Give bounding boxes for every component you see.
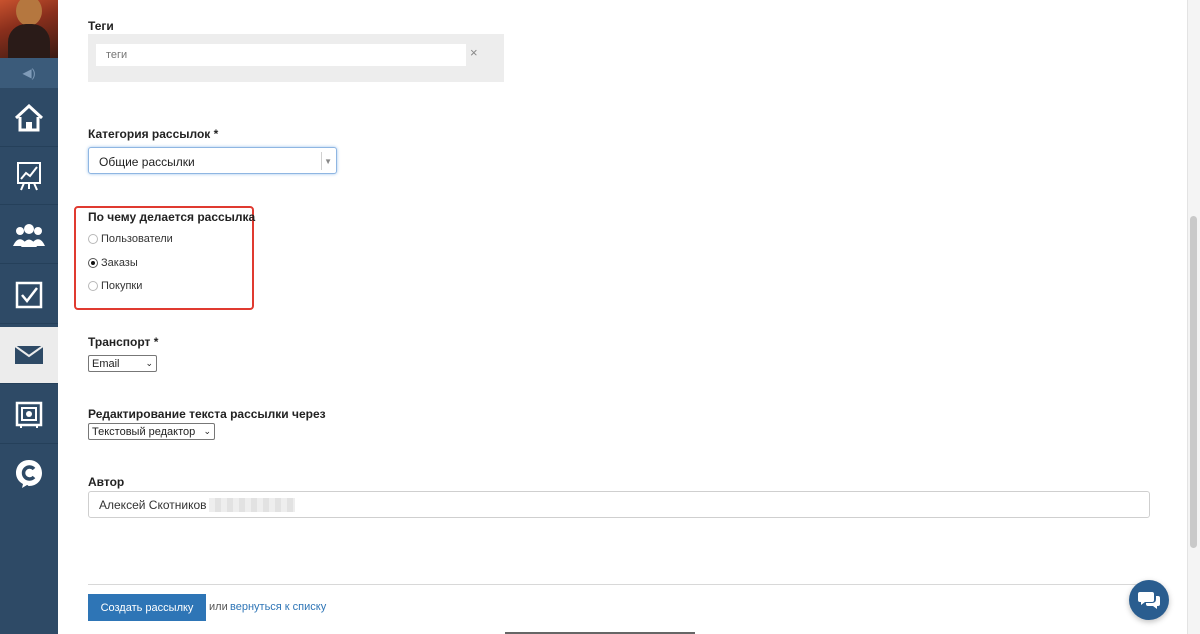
home-icon [14,104,44,132]
category-value: Общие рассылки [99,155,195,169]
sidebar-item-mailings[interactable] [0,327,58,384]
safe-icon [15,401,43,428]
author-value: Алексей Скотников [99,497,207,512]
radio-button[interactable] [88,234,98,244]
sidebar: ◀) [0,0,58,634]
radio-option-users[interactable]: Пользователи [88,233,173,245]
sidebar-item-tasks[interactable] [0,267,58,324]
author-label: Автор [88,475,125,489]
radio-option-orders[interactable]: Заказы [88,257,138,269]
sidebar-item-chat[interactable] [0,446,58,502]
chat-bubbles-icon [1138,592,1160,609]
select-divider [321,152,322,170]
basis-label: По чему делается рассылка [88,210,256,224]
radio-button[interactable] [88,281,98,291]
category-select[interactable]: Общие рассылки ▼ [88,147,337,174]
chevron-down-icon: ▼ [324,157,332,166]
avatar[interactable] [0,0,58,58]
close-icon[interactable]: × [470,45,478,60]
author-field[interactable]: Алексей Скотников [88,491,1150,518]
redacted-text [208,497,295,512]
checkbox-icon [15,281,43,309]
chevron-down-icon: ⌄ [145,358,153,368]
editor-select[interactable]: Текстовый редактор ⌄ [88,423,215,440]
editor-value: Текстовый редактор [92,425,196,438]
chart-board-icon [17,162,41,191]
sidebar-item-safe[interactable] [0,387,58,444]
radio-option-purchases[interactable]: Покупки [88,280,142,292]
users-icon [13,224,45,247]
scrollbar-thumb[interactable] [1190,216,1197,548]
transport-select[interactable]: Email ⌄ [88,355,157,372]
tags-box: × [88,34,504,82]
transport-label: Транспорт * [88,335,159,349]
radio-label: Заказы [101,257,138,269]
tags-label: Теги [88,19,114,33]
chat-c-icon [16,460,42,488]
sidebar-item-home[interactable] [0,90,58,147]
editor-label: Редактирование текста рассылки через [88,407,326,421]
sidebar-item-users[interactable] [0,207,58,264]
radio-label: Пользователи [101,233,173,245]
radio-label: Покупки [101,280,143,292]
sidebar-item-reports[interactable] [0,148,58,205]
create-mailing-button[interactable]: Создать рассылку [88,594,206,621]
back-to-list-link[interactable]: вернуться к списку [230,601,326,613]
scrollbar[interactable] [1187,0,1200,634]
tags-input[interactable] [96,44,466,66]
or-text: или [209,601,228,613]
speaker-icon[interactable]: ◀) [0,58,58,88]
chevron-down-icon: ⌄ [203,426,211,436]
radio-button-checked[interactable] [88,258,98,268]
transport-value: Email [92,357,120,370]
divider [88,584,1156,585]
mail-icon [15,346,43,364]
chat-widget-button[interactable] [1129,580,1169,620]
category-label: Категория рассылок * [88,127,219,141]
